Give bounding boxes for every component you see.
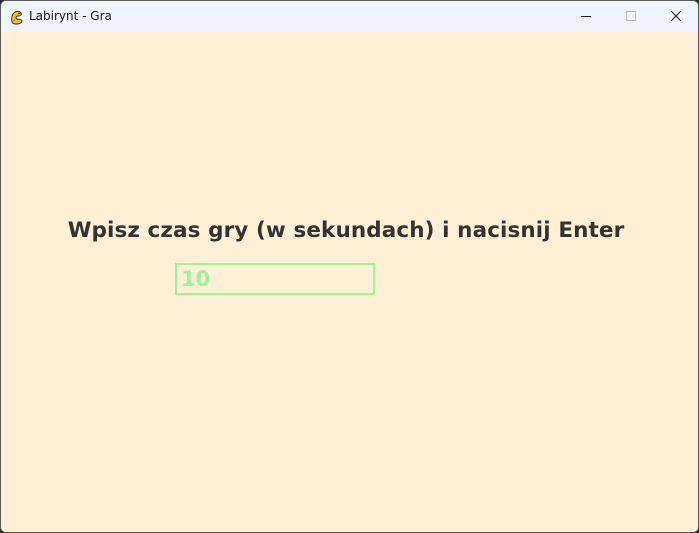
close-icon bbox=[670, 7, 682, 26]
game-canvas[interactable]: Wpisz czas gry (w sekundach) i nacisnij … bbox=[1, 32, 698, 532]
window-title: Labirynt - Gra bbox=[29, 9, 112, 23]
time-prompt-label: Wpisz czas gry (w sekundach) i nacisnij … bbox=[67, 218, 625, 243]
pygame-snake-icon bbox=[9, 9, 25, 25]
close-button[interactable] bbox=[653, 1, 698, 32]
app-window: Labirynt - Gra Wpisz czas gry (w sekunda… bbox=[0, 0, 699, 533]
time-input-value: 10 bbox=[181, 267, 211, 291]
title-bar[interactable]: Labirynt - Gra bbox=[1, 1, 698, 32]
minimize-button[interactable] bbox=[563, 1, 609, 32]
minimize-icon bbox=[580, 7, 592, 26]
maximize-icon bbox=[625, 7, 637, 26]
time-input[interactable]: 10 bbox=[175, 263, 375, 295]
maximize-button[interactable] bbox=[608, 1, 654, 32]
